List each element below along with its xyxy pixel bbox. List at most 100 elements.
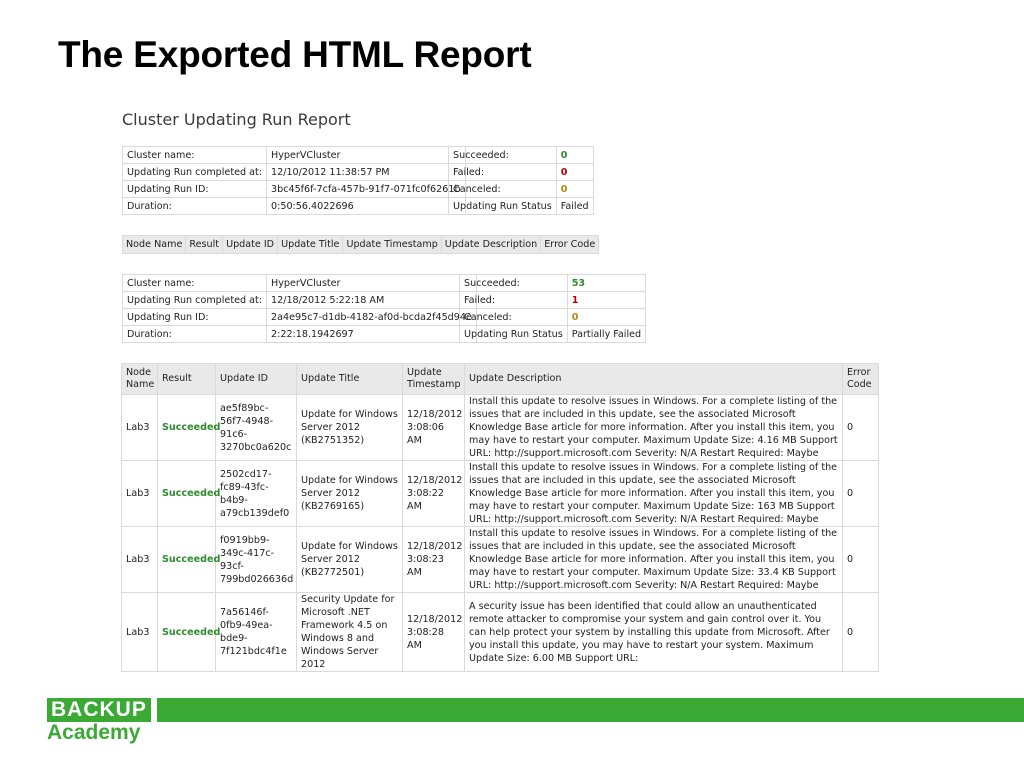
table-row: Duration: 2:22:18.1942697	[122, 325, 477, 343]
info-value: 0:50:56.4022696	[266, 197, 466, 215]
update-id: ae5f89bc-56f7-4948-91c6-3270bc0a620c	[215, 394, 297, 461]
info-value: 2a4e95c7-d1db-4182-af0d-bcda2f45d94e	[266, 308, 477, 326]
error-code: 0	[842, 592, 879, 672]
report-content: Cluster name: HyperVCluster Updating Run…	[0, 0, 1024, 674]
succeeded-count: 53	[566, 274, 647, 292]
info-value: HyperVCluster	[266, 274, 477, 292]
info-label: Updating Run completed at:	[122, 163, 267, 181]
update-timestamp: 12/18/2012 3:08:23 AM	[402, 526, 465, 593]
update-id: 2502cd17-fc89-43fc-b4b9-a79cb139def0	[215, 460, 297, 527]
run2-info-table: Cluster name: HyperVCluster Updating Run…	[122, 274, 477, 343]
table-row: Succeeded: 0	[448, 146, 594, 164]
info-value: 12/18/2012 5:22:18 AM	[266, 291, 477, 309]
status-label: Failed:	[448, 163, 557, 181]
update-title: Update for Windows Server 2012 (KB275135…	[296, 394, 403, 461]
update-description: Install this update to resolve issues in…	[464, 526, 843, 593]
column-header: Update ID	[215, 363, 297, 395]
table-row: Cluster name: HyperVCluster	[122, 146, 466, 164]
failed-count: 0	[555, 163, 594, 181]
column-header: Error Code	[842, 363, 879, 395]
column-header: Node Name	[121, 235, 187, 254]
update-title: Update for Windows Server 2012 (KB276916…	[296, 460, 403, 527]
table-row: Updating Run completed at: 12/10/2012 11…	[122, 163, 466, 181]
info-value: 2:22:18.1942697	[266, 325, 477, 343]
update-id: f0919bb9-349c-417c-93cf-799bd026636d	[215, 526, 297, 593]
run-status: Partially Failed	[566, 325, 647, 343]
result-badge: Succeeded	[157, 394, 220, 461]
table-row: Lab3 Succeeded f0919bb9-349c-417c-93cf-7…	[121, 526, 879, 593]
table-row: Updating Run Status Partially Failed	[459, 325, 647, 343]
info-label: Updating Run completed at:	[122, 291, 267, 309]
column-header: Update Description	[464, 363, 843, 395]
column-header: Update Timestamp	[402, 363, 465, 395]
column-header: Update Description	[440, 235, 542, 254]
info-label: Duration:	[122, 197, 267, 215]
update-description: Install this update to resolve issues in…	[464, 394, 843, 461]
status-label: Failed:	[459, 291, 568, 309]
table-row: Updating Run ID: 3bc45f6f-7cfa-457b-91f7…	[122, 180, 466, 198]
failed-count: 1	[566, 291, 647, 309]
logo-wordmark-top: BACKUP	[47, 698, 151, 722]
table-row: Updating Run completed at: 12/18/2012 5:…	[122, 291, 477, 309]
update-timestamp: 12/18/2012 3:08:28 AM	[402, 592, 465, 672]
table-row: Duration: 0:50:56.4022696	[122, 197, 466, 215]
update-id: 7a56146f-0fb9-49ea-bde9-7f121bdc4f1e	[215, 592, 297, 672]
column-header: Result	[157, 363, 216, 395]
footer-bar	[157, 698, 1024, 722]
table-row: Cluster name: HyperVCluster	[122, 274, 477, 292]
info-value: 12/10/2012 11:38:57 PM	[266, 163, 466, 181]
column-header: Update Title	[277, 235, 344, 254]
run2-updates-table: Node Name Result Update ID Update Title …	[121, 363, 879, 672]
node-name: Lab3	[121, 526, 158, 593]
column-header: Update ID	[222, 235, 279, 254]
info-value: HyperVCluster	[266, 146, 466, 164]
table-row: Lab3 Succeeded 7a56146f-0fb9-49ea-bde9-7…	[121, 592, 879, 672]
status-label: Succeeded:	[448, 146, 557, 164]
column-header: Update Title	[296, 363, 403, 395]
update-title: Security Update for Microsoft .NET Frame…	[296, 592, 403, 672]
error-code: 0	[842, 394, 879, 461]
error-code: 0	[842, 460, 879, 527]
table-row: Failed: 0	[448, 163, 594, 181]
error-code: 0	[842, 526, 879, 593]
run-status: Failed	[555, 197, 594, 215]
table-row: Succeeded: 53	[459, 274, 647, 292]
canceled-count: 0	[555, 180, 594, 198]
status-label: Updating Run Status	[459, 325, 568, 343]
update-description: Install this update to resolve issues in…	[464, 460, 843, 527]
table-row: Lab3 Succeeded ae5f89bc-56f7-4948-91c6-3…	[121, 394, 879, 461]
info-label: Cluster name:	[122, 274, 267, 292]
update-description: A security issue has been identified tha…	[464, 592, 843, 672]
status-label: Succeeded:	[459, 274, 568, 292]
table-header-row: Node Name Result Update ID Update Title …	[121, 235, 600, 254]
info-label: Updating Run ID:	[122, 308, 267, 326]
status-label: Updating Run Status	[448, 197, 557, 215]
run1-status-table: Succeeded: 0 Failed: 0 Canceled: 0 Updat…	[448, 146, 594, 215]
info-value: 3bc45f6f-7cfa-457b-91f7-071fc0f6261b	[266, 180, 466, 198]
node-name: Lab3	[121, 460, 158, 527]
result-badge: Succeeded	[157, 526, 220, 593]
node-name: Lab3	[121, 592, 158, 672]
update-timestamp: 12/18/2012 3:08:22 AM	[402, 460, 465, 527]
canceled-count: 0	[566, 308, 647, 326]
succeeded-count: 0	[555, 146, 594, 164]
result-badge: Succeeded	[157, 592, 220, 672]
table-row: Canceled: 0	[448, 180, 594, 198]
run1-info-table: Cluster name: HyperVCluster Updating Run…	[122, 146, 466, 215]
update-timestamp: 12/18/2012 3:08:06 AM	[402, 394, 465, 461]
status-label: Canceled:	[459, 308, 568, 326]
table-row: Lab3 Succeeded 2502cd17-fc89-43fc-b4b9-a…	[121, 460, 879, 527]
logo-wordmark-bottom: Academy	[47, 721, 141, 744]
run1-updates-table: Node Name Result Update ID Update Title …	[121, 235, 600, 254]
column-header: Update Timestamp	[342, 235, 442, 254]
table-header-row: Node Name Result Update ID Update Title …	[121, 363, 879, 395]
info-label: Updating Run ID:	[122, 180, 267, 198]
table-row: Updating Run Status Failed	[448, 197, 594, 215]
table-row: Updating Run ID: 2a4e95c7-d1db-4182-af0d…	[122, 308, 477, 326]
column-header: Error Code	[540, 235, 600, 254]
table-row: Canceled: 0	[459, 308, 647, 326]
info-label: Duration:	[122, 325, 267, 343]
run2-status-table: Succeeded: 53 Failed: 1 Canceled: 0 Upda…	[459, 274, 647, 343]
update-title: Update for Windows Server 2012 (KB277250…	[296, 526, 403, 593]
column-header: Result	[185, 235, 224, 254]
